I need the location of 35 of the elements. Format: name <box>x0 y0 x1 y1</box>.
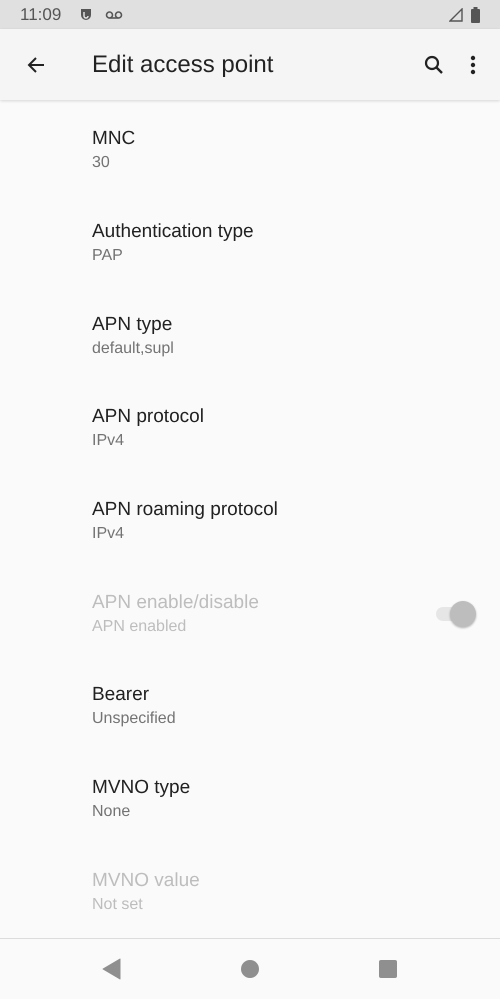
setting-summary: Not set <box>92 896 144 914</box>
setting-summary: None <box>92 803 132 822</box>
setting-title: APN roaming protocol <box>92 499 279 522</box>
clock: 11:09 <box>20 4 62 25</box>
setting-summary: Unspecified <box>92 710 177 728</box>
setting-summary: default,supl <box>92 340 175 358</box>
setting-title: APN enable/disable <box>92 592 260 614</box>
more-icon <box>470 54 476 75</box>
settings-item[interactable]: APN type default,supl <box>0 289 500 382</box>
setting-summary: PAP <box>92 247 124 266</box>
screen-title: Edit access point <box>92 50 274 79</box>
setting-summary: IPv4 <box>92 525 126 544</box>
voicemail-icon <box>105 10 124 20</box>
settings-item[interactable]: Bearer Unspecified <box>0 660 500 753</box>
setting-title: Authentication type <box>92 221 255 244</box>
setting-title: APN type <box>92 314 174 336</box>
setting-title: APN protocol <box>92 406 205 428</box>
settings-item[interactable]: MVNO type None <box>0 752 500 846</box>
battery-icon <box>471 6 480 23</box>
setting-title: MVNO type <box>92 777 192 800</box>
setting-title: MNC <box>92 128 136 150</box>
setting-title: MVNO value <box>92 870 201 892</box>
signal-icon <box>449 8 463 22</box>
setting-title: Bearer <box>92 684 150 706</box>
settings-item[interactable]: APN roaming protocol IPv4 <box>0 474 500 568</box>
recents-icon[interactable] <box>378 959 398 980</box>
settings-item[interactable]: APN protocol IPv4 <box>0 382 500 475</box>
settings-item[interactable]: MNC 30 <box>0 104 500 197</box>
notification-icon <box>79 8 94 22</box>
setting-summary: APN enabled <box>92 618 188 636</box>
back-icon[interactable] <box>102 958 122 980</box>
home-icon[interactable] <box>240 959 260 980</box>
setting-summary: 30 <box>92 154 111 172</box>
settings-item[interactable]: Authentication type PAP <box>0 196 500 290</box>
setting-summary: IPv4 <box>92 432 126 450</box>
